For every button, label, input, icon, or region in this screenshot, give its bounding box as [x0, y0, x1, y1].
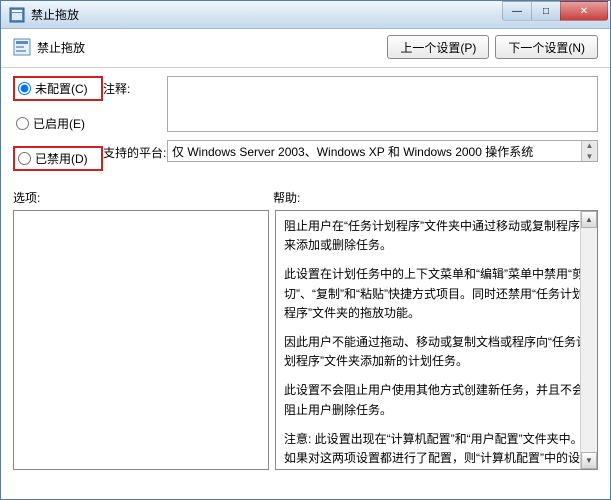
help-panel: 阻止用户在“任务计划程序”文件夹中通过移动或复制程序来添加或删除任务。 此设置在… — [275, 210, 598, 470]
comment-textarea[interactable] — [167, 76, 598, 132]
platform-value: 仅 Windows Server 2003、Windows XP 和 Windo… — [172, 143, 533, 160]
radio-disabled-label: 已禁用(D) — [35, 150, 88, 167]
help-paragraph: 注意: 此设置出现在“计算机配置”和“用户配置”文件夹中。如果对这两项设置都进行… — [284, 430, 589, 469]
options-panel — [13, 210, 269, 470]
window-controls: — □ ✕ — [503, 1, 608, 21]
options-label: 选项: — [13, 189, 273, 206]
radio-not-configured-input[interactable] — [18, 82, 31, 95]
scroll-down-button[interactable]: ▼ — [581, 452, 597, 469]
client-area: 禁止拖放 上一个设置(P) 下一个设置(N) 未配置(C) 已启用(E) 已禁用… — [1, 29, 610, 482]
platform-box: 仅 Windows Server 2003、Windows XP 和 Windo… — [167, 140, 598, 162]
radio-disabled-input[interactable] — [18, 152, 31, 165]
panels-row: 阻止用户在“任务计划程序”文件夹中通过移动或复制程序来添加或删除任务。 此设置在… — [1, 210, 610, 482]
config-area: 未配置(C) 已启用(E) 已禁用(D) 注释: 支持的平台: — [1, 68, 610, 177]
comment-row: 注释: — [103, 76, 598, 132]
radio-enabled-input[interactable] — [16, 117, 29, 130]
scroll-track[interactable] — [581, 228, 597, 452]
radio-not-configured[interactable]: 未配置(C) — [13, 76, 103, 101]
dialog-window: 禁止拖放 — □ ✕ 禁止拖放 上一个设置(P) 下一个设置(N) 未配置(C) — [0, 0, 611, 500]
radio-not-configured-label: 未配置(C) — [35, 80, 88, 97]
help-content[interactable]: 阻止用户在“任务计划程序”文件夹中通过移动或复制程序来添加或删除任务。 此设置在… — [276, 211, 597, 469]
help-scrollbar[interactable]: ▲ ▼ — [580, 211, 597, 469]
scroll-up-button[interactable]: ▲ — [581, 211, 597, 228]
help-label: 帮助: — [273, 189, 300, 206]
close-button[interactable]: ✕ — [560, 1, 608, 21]
help-paragraph: 此设置不会阻止用户使用其他方式创建新任务，并且不会阻止用户删除任务。 — [284, 381, 589, 419]
state-radio-group: 未配置(C) 已启用(E) 已禁用(D) — [13, 76, 103, 171]
app-icon — [9, 7, 25, 23]
radio-enabled-label: 已启用(E) — [33, 115, 85, 132]
maximize-button[interactable]: □ — [531, 1, 561, 21]
fields-column: 注释: 支持的平台: 仅 Windows Server 2003、Windows… — [103, 76, 598, 171]
platform-scrollbar[interactable]: ▲▼ — [581, 141, 597, 161]
policy-title: 禁止拖放 — [37, 39, 381, 56]
platform-label: 支持的平台: — [103, 140, 167, 161]
header-row: 禁止拖放 上一个设置(P) 下一个设置(N) — [1, 29, 610, 68]
radio-enabled[interactable]: 已启用(E) — [13, 113, 103, 134]
help-paragraph: 此设置在计划任务中的上下文菜单和“编辑”菜单中禁用“剪切”、“复制”和“粘贴”快… — [284, 265, 589, 323]
policy-icon — [13, 38, 31, 56]
minimize-button[interactable]: — — [502, 1, 532, 21]
titlebar[interactable]: 禁止拖放 — □ ✕ — [1, 1, 610, 29]
radio-disabled[interactable]: 已禁用(D) — [13, 146, 103, 171]
comment-label: 注释: — [103, 76, 167, 97]
window-title: 禁止拖放 — [31, 6, 503, 23]
panel-labels: 选项: 帮助: — [1, 177, 610, 210]
platform-row: 支持的平台: 仅 Windows Server 2003、Windows XP … — [103, 140, 598, 162]
next-setting-button[interactable]: 下一个设置(N) — [495, 35, 598, 59]
prev-setting-button[interactable]: 上一个设置(P) — [387, 35, 489, 59]
help-paragraph: 阻止用户在“任务计划程序”文件夹中通过移动或复制程序来添加或删除任务。 — [284, 217, 589, 255]
help-paragraph: 因此用户不能通过拖动、移动或复制文档或程序向“任务计划程序”文件夹添加新的计划任… — [284, 333, 589, 371]
